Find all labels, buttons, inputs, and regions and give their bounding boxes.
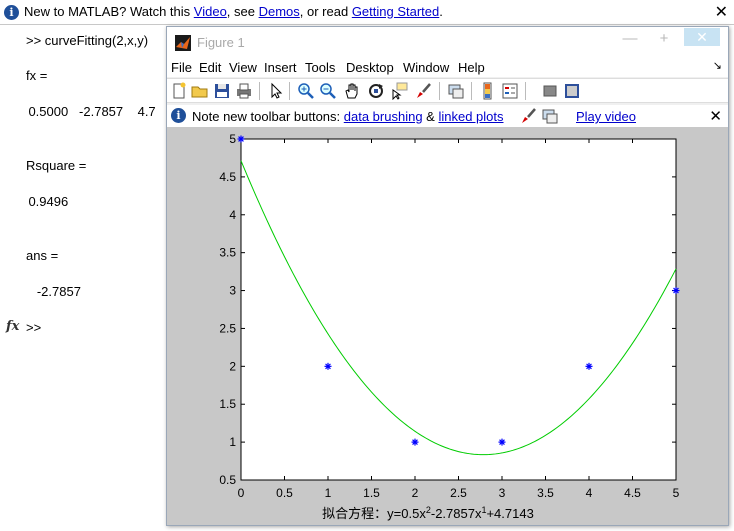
getting-started-link[interactable]: Getting Started [352, 4, 439, 19]
toolbar-separator [289, 82, 290, 100]
undock-arrow-icon[interactable]: ↘ [713, 59, 722, 72]
info-icon: i [171, 108, 186, 123]
menu-insert[interactable]: Insert [264, 60, 297, 75]
output-ans-label: ans = [26, 248, 59, 263]
menu-help[interactable]: Help [458, 60, 485, 75]
pointer-icon[interactable] [267, 82, 285, 100]
output-fx-values: 0.5000 -2.7857 4.7 [14, 104, 156, 119]
toolbar-separator [525, 82, 526, 100]
save-icon[interactable] [213, 82, 231, 100]
data-brushing-link[interactable]: data brushing [344, 109, 423, 124]
notice-prefix: Note new toolbar buttons: [192, 109, 344, 124]
zoom-out-icon[interactable] [319, 82, 337, 100]
function-browser-icon[interactable]: fx [6, 319, 19, 334]
x-tick-label: 1.5 [363, 486, 380, 500]
x-tick-label: 0.5 [276, 486, 293, 500]
menu-desktop[interactable]: Desktop [346, 60, 394, 75]
menu-window[interactable]: Window [403, 60, 449, 75]
banner-close-button[interactable]: ✕ [715, 2, 728, 22]
output-rsquare-label: Rsquare = [26, 158, 87, 173]
open-file-icon[interactable] [191, 82, 209, 100]
zoom-in-icon[interactable] [297, 82, 315, 100]
y-tick-label: 0.5 [219, 473, 236, 487]
colorbar-icon[interactable] [479, 82, 497, 100]
x-axis-label: 拟合方程：y=0.5x2-2.7857x1+4.7143 [322, 505, 534, 521]
y-tick-label: 2 [229, 359, 236, 373]
output-fx-label: fx = [26, 68, 48, 83]
y-tick-label: 4.5 [219, 170, 236, 184]
x-tick-label: 1 [325, 486, 332, 500]
print-icon[interactable] [235, 82, 253, 100]
y-tick-label: 5 [229, 132, 236, 146]
plot-canvas[interactable]: 0 0.5 1 1.5 2 2.5 3 3.5 4 4.5 50.511.522.533.544.5… [167, 127, 728, 525]
notice-close-button[interactable]: ✕ [709, 107, 722, 125]
notice-amp: & [422, 109, 439, 124]
y-tick-label: 2.5 [219, 321, 236, 335]
toolbar-separator [439, 82, 440, 100]
video-link[interactable]: Video [194, 4, 227, 19]
banner-mid2: , or read [299, 4, 352, 19]
menu-file[interactable]: File [171, 60, 192, 75]
hide-plot-tools-icon[interactable] [541, 82, 559, 100]
brush-icon[interactable] [415, 82, 433, 100]
pan-icon[interactable] [343, 82, 361, 100]
banner-mid: , see [226, 4, 259, 19]
banner-suffix: . [439, 4, 443, 19]
matlab-help-banner: i New to MATLAB? Watch this Video, see D… [0, 0, 734, 25]
rotate-3d-icon[interactable] [367, 82, 385, 100]
x-tick-label: 3.5 [537, 486, 554, 500]
x-tick-label: 3 [499, 486, 506, 500]
command-input-line: >> curveFitting(2,x,y) [26, 33, 149, 48]
maximize-button[interactable]: + [650, 30, 678, 50]
data-point-marker [237, 135, 245, 143]
output-ans-value: -2.7857 [26, 284, 81, 299]
menu-tools[interactable]: Tools [305, 60, 335, 75]
notice-text: Note new toolbar buttons: data brushing … [192, 109, 504, 124]
x-tick-label: 5 [673, 486, 680, 500]
link-plot-icon [541, 107, 559, 125]
legend-icon[interactable] [501, 82, 519, 100]
info-icon: i [4, 5, 19, 20]
menu-edit[interactable]: Edit [199, 60, 221, 75]
matlab-logo-icon [175, 35, 191, 51]
play-video-link[interactable]: Play video [576, 109, 636, 124]
output-rsquare-value: 0.9496 [14, 194, 69, 209]
y-tick-label: 1 [229, 435, 236, 449]
x-tick-label: 2 [412, 486, 419, 500]
banner-prefix: New to MATLAB? Watch this [24, 4, 194, 19]
figure-toolbar [167, 78, 728, 103]
toolbar-separator [259, 82, 260, 100]
command-prompt[interactable]: >> [26, 320, 41, 335]
x-tick-label: 0 [238, 486, 245, 500]
toolbar-separator [471, 82, 472, 100]
figure-title: Figure 1 [197, 35, 245, 50]
brush-icon [520, 107, 538, 125]
close-window-button[interactable]: ✕ [684, 28, 720, 46]
demos-link[interactable]: Demos [259, 4, 300, 19]
menu-view[interactable]: View [229, 60, 257, 75]
figure-window: Figure 1 — + ✕ File Edit View Insert Too… [166, 26, 729, 526]
y-tick-label: 3 [229, 284, 236, 298]
plot-area: 0 0.5 1 1.5 2 2.5 3 3.5 4 4.5 5 0.5 1 1.5 2 2.5 3 3.5 4 4.5… [167, 127, 728, 525]
figure-menubar: File Edit View Insert Tools Desktop Wind… [167, 57, 728, 77]
show-plot-tools-icon[interactable] [563, 82, 581, 100]
x-tick-label: 2.5 [450, 486, 467, 500]
new-figure-icon[interactable] [170, 82, 188, 100]
y-tick-label: 4 [229, 208, 236, 222]
x-tick-label: 4.5 [624, 486, 641, 500]
y-tick-label: 1.5 [219, 397, 236, 411]
minimize-button[interactable]: — [616, 30, 644, 50]
linked-plots-link[interactable]: linked plots [438, 109, 503, 124]
data-cursor-icon[interactable] [391, 82, 409, 100]
toolbar-notice-bar: i Note new toolbar buttons: data brushin… [167, 105, 728, 127]
banner-text: New to MATLAB? Watch this Video, see Dem… [24, 4, 443, 19]
y-tick-label: 3.5 [219, 246, 236, 260]
link-plot-icon[interactable] [447, 82, 465, 100]
axes-box [240, 138, 677, 481]
x-tick-label: 4 [586, 486, 593, 500]
figure-titlebar[interactable]: Figure 1 — + ✕ [167, 27, 728, 57]
